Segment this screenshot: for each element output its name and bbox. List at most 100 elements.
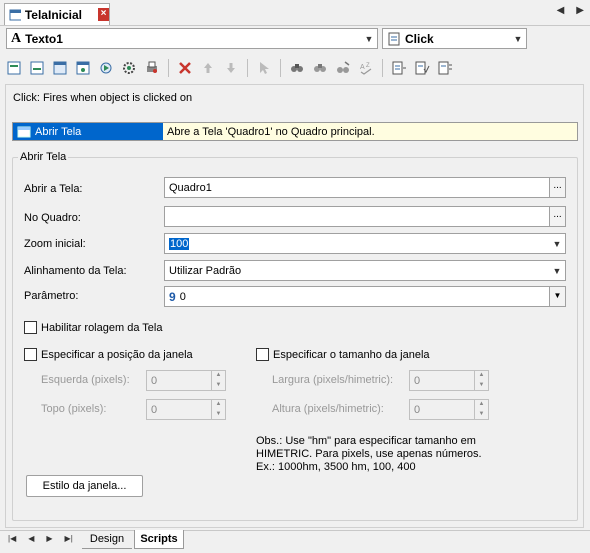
text-object-icon: A <box>11 30 22 46</box>
doc-check-icon[interactable] <box>412 58 432 78</box>
tab-nav: ◀ ▶ <box>557 5 584 16</box>
next-sheet-icon[interactable]: ▶ <box>46 534 52 543</box>
screen-icon <box>17 126 31 137</box>
toolbar-separator <box>168 59 169 77</box>
close-icon[interactable]: × <box>98 8 109 21</box>
next-tab-icon[interactable]: ▶ <box>576 5 584 16</box>
chevron-down-icon[interactable]: ▼ <box>549 239 565 249</box>
object-combo-value: Texto1 <box>25 31 63 46</box>
spin-down-icon[interactable]: ▼ <box>212 410 225 420</box>
toolbar-separator <box>280 59 281 77</box>
svg-text:Z: Z <box>366 63 370 69</box>
tamanho-checkbox[interactable]: Especificar o tamanho da janela <box>256 348 430 361</box>
toolbar-separator <box>247 59 248 77</box>
zoom-label: Zoom inicial: <box>24 238 86 250</box>
quadro-field[interactable]: ... <box>164 206 566 227</box>
posicao-checkbox[interactable]: Especificar a posição da janela <box>24 348 193 361</box>
action-name: Abrir Tela <box>35 125 82 138</box>
tab-title: TelaInicial <box>24 7 82 22</box>
largura-label: Largura (pixels/himetric): <box>272 374 394 386</box>
esquerda-spinner[interactable]: 0 ▲ ▼ <box>146 370 226 391</box>
alinhamento-label: Alinhamento da Tela: <box>24 265 127 277</box>
prev-tab-icon[interactable]: ◀ <box>557 5 565 16</box>
obs-line: Obs.: Use "hm" para especificar tamanho … <box>256 435 476 447</box>
quadro-label: No Quadro: <box>24 212 81 224</box>
abrir-field[interactable]: Quadro1 ... <box>164 177 566 198</box>
esquerda-label: Esquerda (pixels): <box>41 374 130 386</box>
altura-spinner[interactable]: 0 ▲ ▼ <box>409 399 489 420</box>
close-screen-icon[interactable] <box>73 58 93 78</box>
largura-spinner[interactable]: 0 ▲ ▼ <box>409 370 489 391</box>
toolbar-separator <box>382 59 383 77</box>
esquerda-value: 0 <box>151 374 158 387</box>
topo-spinner[interactable]: 0 ▲ ▼ <box>146 399 226 420</box>
insert-action-icon[interactable] <box>27 58 47 78</box>
alinhamento-value: Utilizar Padrão <box>169 264 242 277</box>
settings-icon[interactable] <box>119 58 139 78</box>
altura-label: Altura (pixels/himetric): <box>272 403 384 415</box>
spin-down-icon[interactable]: ▼ <box>475 381 488 391</box>
topo-value: 0 <box>151 403 158 416</box>
tab-scripts[interactable]: Scripts <box>134 530 184 549</box>
first-sheet-icon[interactable]: |◀ <box>8 534 16 543</box>
tamanho-label: Especificar o tamanho da janela <box>273 348 430 361</box>
print-icon[interactable] <box>142 58 162 78</box>
pick-icon[interactable] <box>254 58 274 78</box>
chevron-down-icon[interactable]: ▼ <box>549 266 565 276</box>
open-screen-icon[interactable] <box>50 58 70 78</box>
find-next-icon[interactable] <box>310 58 330 78</box>
prev-sheet-icon[interactable]: ◀ <box>28 534 34 543</box>
altura-value: 0 <box>414 403 421 416</box>
spell-check-icon[interactable]: AZ <box>356 58 376 78</box>
abrir-label: Abrir a Tela: <box>24 183 83 195</box>
parametro-value: 0 <box>179 290 186 303</box>
doc-settings-icon[interactable] <box>435 58 455 78</box>
move-down-icon[interactable] <box>221 58 241 78</box>
event-icon <box>388 32 400 45</box>
last-sheet-icon[interactable]: ▶| <box>65 534 73 543</box>
obs-line: Ex.: 1000hm, 3500 hm, 100, 400 <box>256 461 416 473</box>
svg-text:A: A <box>360 64 365 71</box>
replace-icon[interactable] <box>333 58 353 78</box>
estilo-janela-button[interactable]: Estilo da janela... <box>26 475 143 497</box>
obs-note: Obs.: Use "hm" para especificar tamanho … <box>256 435 482 474</box>
browse-button[interactable]: ... <box>549 207 565 226</box>
doc-list-icon[interactable] <box>389 58 409 78</box>
toolbar: AZ <box>4 56 455 80</box>
obs-line: HIMETRIC. Para pixels, use apenas número… <box>256 448 482 460</box>
topo-label: Topo (pixels): <box>41 403 107 415</box>
spin-up-icon[interactable]: ▲ <box>212 400 225 410</box>
insert-script-icon[interactable] <box>4 58 24 78</box>
move-up-icon[interactable] <box>198 58 218 78</box>
spin-up-icon[interactable]: ▲ <box>475 400 488 410</box>
event-combo[interactable]: Click ▼ <box>382 28 527 49</box>
largura-value: 0 <box>414 374 421 387</box>
spin-up-icon[interactable]: ▲ <box>475 371 488 381</box>
checkbox-box[interactable] <box>24 321 37 334</box>
action-name-cell[interactable]: Abrir Tela <box>13 123 163 140</box>
alinhamento-select[interactable]: Utilizar Padrão ▼ <box>164 260 566 281</box>
chevron-down-icon[interactable]: ▼ <box>549 287 565 306</box>
spin-down-icon[interactable]: ▼ <box>475 410 488 420</box>
rolagem-checkbox[interactable]: Habilitar rolagem da Tela <box>24 321 162 334</box>
object-combo[interactable]: A Texto1 ▼ <box>6 28 378 49</box>
chevron-down-icon[interactable]: ▼ <box>361 34 377 44</box>
find-icon[interactable] <box>287 58 307 78</box>
window-icon <box>9 9 21 20</box>
abrir-value: Quadro1 <box>169 181 212 194</box>
spin-down-icon[interactable]: ▼ <box>212 381 225 391</box>
checkbox-box[interactable] <box>256 348 269 361</box>
action-row[interactable]: Abrir Tela Abre a Tela 'Quadro1' no Quad… <box>12 122 578 141</box>
checkbox-box[interactable] <box>24 348 37 361</box>
parametro-label: Parâmetro: <box>24 290 79 302</box>
execute-icon[interactable] <box>96 58 116 78</box>
document-tab[interactable]: TelaInicial × <box>4 3 110 25</box>
parametro-field[interactable]: 9 0 ▼ <box>164 286 566 307</box>
sheet-nav: |◀ ◀ ▶ ▶| <box>8 534 73 543</box>
zoom-select[interactable]: 100 ▼ <box>164 233 566 254</box>
browse-button[interactable]: ... <box>549 178 565 197</box>
tab-design[interactable]: Design <box>82 530 132 549</box>
chevron-down-icon[interactable]: ▼ <box>510 34 526 44</box>
spin-up-icon[interactable]: ▲ <box>212 371 225 381</box>
delete-icon[interactable] <box>175 58 195 78</box>
